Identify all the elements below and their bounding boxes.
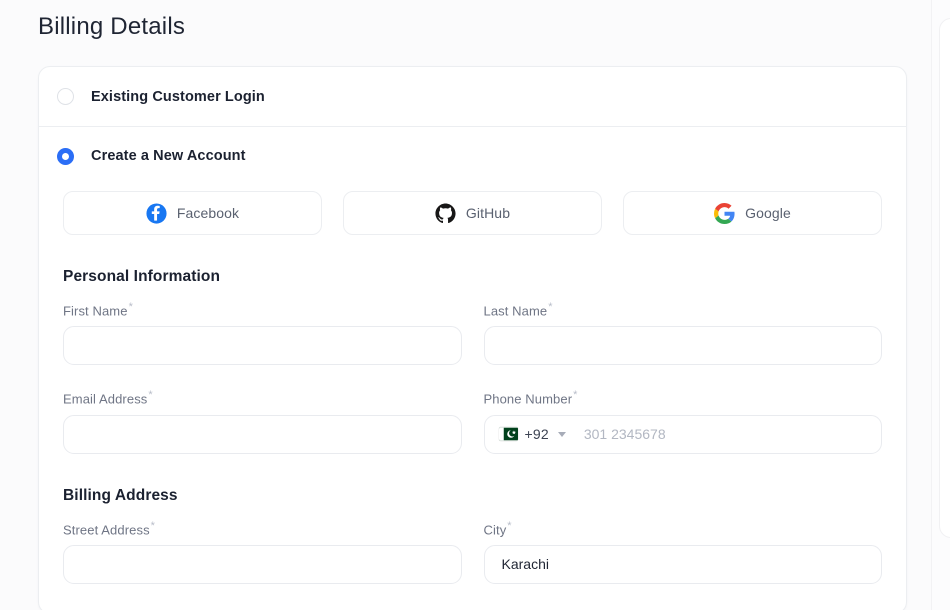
city-label-text: City	[483, 521, 507, 537]
account-option-label: Existing Customer Login	[91, 88, 265, 105]
right-panel-card-edge	[939, 18, 950, 538]
page-title: Billing Details	[38, 13, 186, 40]
street-address-input[interactable]	[63, 544, 462, 584]
first-name-label: First Name*	[63, 301, 462, 318]
last-name-input[interactable]	[483, 326, 882, 366]
github-icon	[435, 202, 456, 223]
required-marker: *	[573, 389, 578, 402]
first-name-input[interactable]	[63, 326, 462, 366]
grid-spacer	[63, 365, 462, 389]
dial-code: +92	[524, 426, 549, 443]
account-option-existing-customer[interactable]: Existing Customer Login	[39, 67, 906, 126]
github-login-button[interactable]: GitHub	[343, 191, 602, 235]
facebook-icon	[146, 202, 167, 224]
required-marker: *	[150, 519, 156, 532]
billing-address-fields: Street Address* City*	[63, 520, 882, 584]
billing-details-card: Existing Customer Login Create a New Acc…	[38, 66, 907, 610]
radio-create-new-account[interactable]	[57, 147, 74, 165]
account-option-label: Create a New Account	[91, 148, 246, 164]
last-name-label-text: Last Name	[483, 303, 548, 319]
city-field: City*	[483, 520, 883, 584]
country-code-selector[interactable]: +92	[498, 426, 566, 443]
new-account-form: Facebook GitHub Google Personal Informat…	[39, 191, 906, 610]
google-icon	[714, 202, 735, 224]
card-bottom-padding	[63, 584, 882, 610]
first-name-label-text: First Name	[63, 303, 128, 319]
phone-number-field: Phone Number* +92	[483, 389, 883, 454]
street-address-label-text: Street Address	[63, 521, 150, 537]
last-name-label: Last Name*	[484, 301, 883, 318]
required-marker: *	[148, 389, 153, 402]
facebook-login-button[interactable]: Facebook	[63, 191, 322, 235]
grid-spacer	[484, 365, 883, 389]
required-marker: *	[548, 301, 553, 313]
social-login-row: Facebook GitHub Google	[63, 191, 882, 235]
phone-number-label-text: Phone Number	[483, 391, 573, 407]
personal-information-heading: Personal Information	[63, 268, 221, 285]
street-address-label: Street Address*	[63, 520, 462, 537]
account-option-create-new-account[interactable]: Create a New Account	[39, 126, 906, 185]
chevron-down-icon[interactable]	[557, 431, 566, 437]
email-address-label: Email Address*	[63, 389, 462, 406]
required-marker: *	[507, 519, 512, 532]
email-address-label-text: Email Address	[63, 391, 148, 407]
last-name-field: Last Name*	[483, 301, 883, 366]
phone-number-input-group: +92	[483, 414, 882, 454]
facebook-login-label: Facebook	[176, 205, 240, 221]
street-address-field: Street Address*	[63, 520, 462, 584]
github-login-label: GitHub	[465, 205, 511, 221]
city-label: City*	[484, 520, 883, 537]
first-name-field: First Name*	[63, 301, 462, 366]
personal-information-fields: First Name* Last Name* Email Address* Ph…	[63, 301, 882, 454]
pakistan-flag-icon	[498, 427, 518, 441]
required-marker: *	[128, 301, 133, 313]
google-login-button[interactable]: Google	[623, 191, 882, 235]
billing-details-page: Billing Details Existing Customer Login …	[0, 0, 950, 610]
email-address-input[interactable]	[63, 414, 462, 454]
phone-number-input[interactable]	[565, 415, 881, 453]
phone-number-label: Phone Number*	[484, 389, 883, 406]
email-address-field: Email Address*	[63, 389, 462, 454]
radio-existing-customer[interactable]	[57, 88, 74, 105]
city-input[interactable]	[483, 544, 882, 584]
google-login-label: Google	[745, 205, 791, 221]
billing-address-heading: Billing Address	[63, 486, 178, 504]
